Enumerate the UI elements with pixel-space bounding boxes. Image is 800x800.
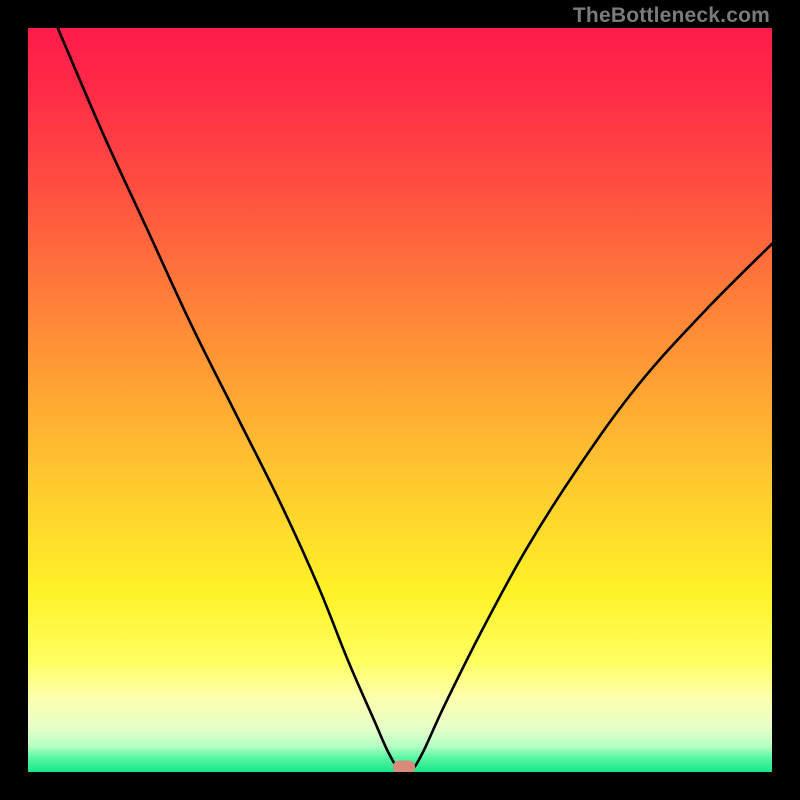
curve-svg (28, 28, 772, 772)
bottleneck-curve (58, 28, 772, 772)
plot-area (28, 28, 772, 772)
min-marker (393, 760, 415, 772)
chart-frame: TheBottleneck.com (0, 0, 800, 800)
watermark-text: TheBottleneck.com (573, 4, 770, 28)
